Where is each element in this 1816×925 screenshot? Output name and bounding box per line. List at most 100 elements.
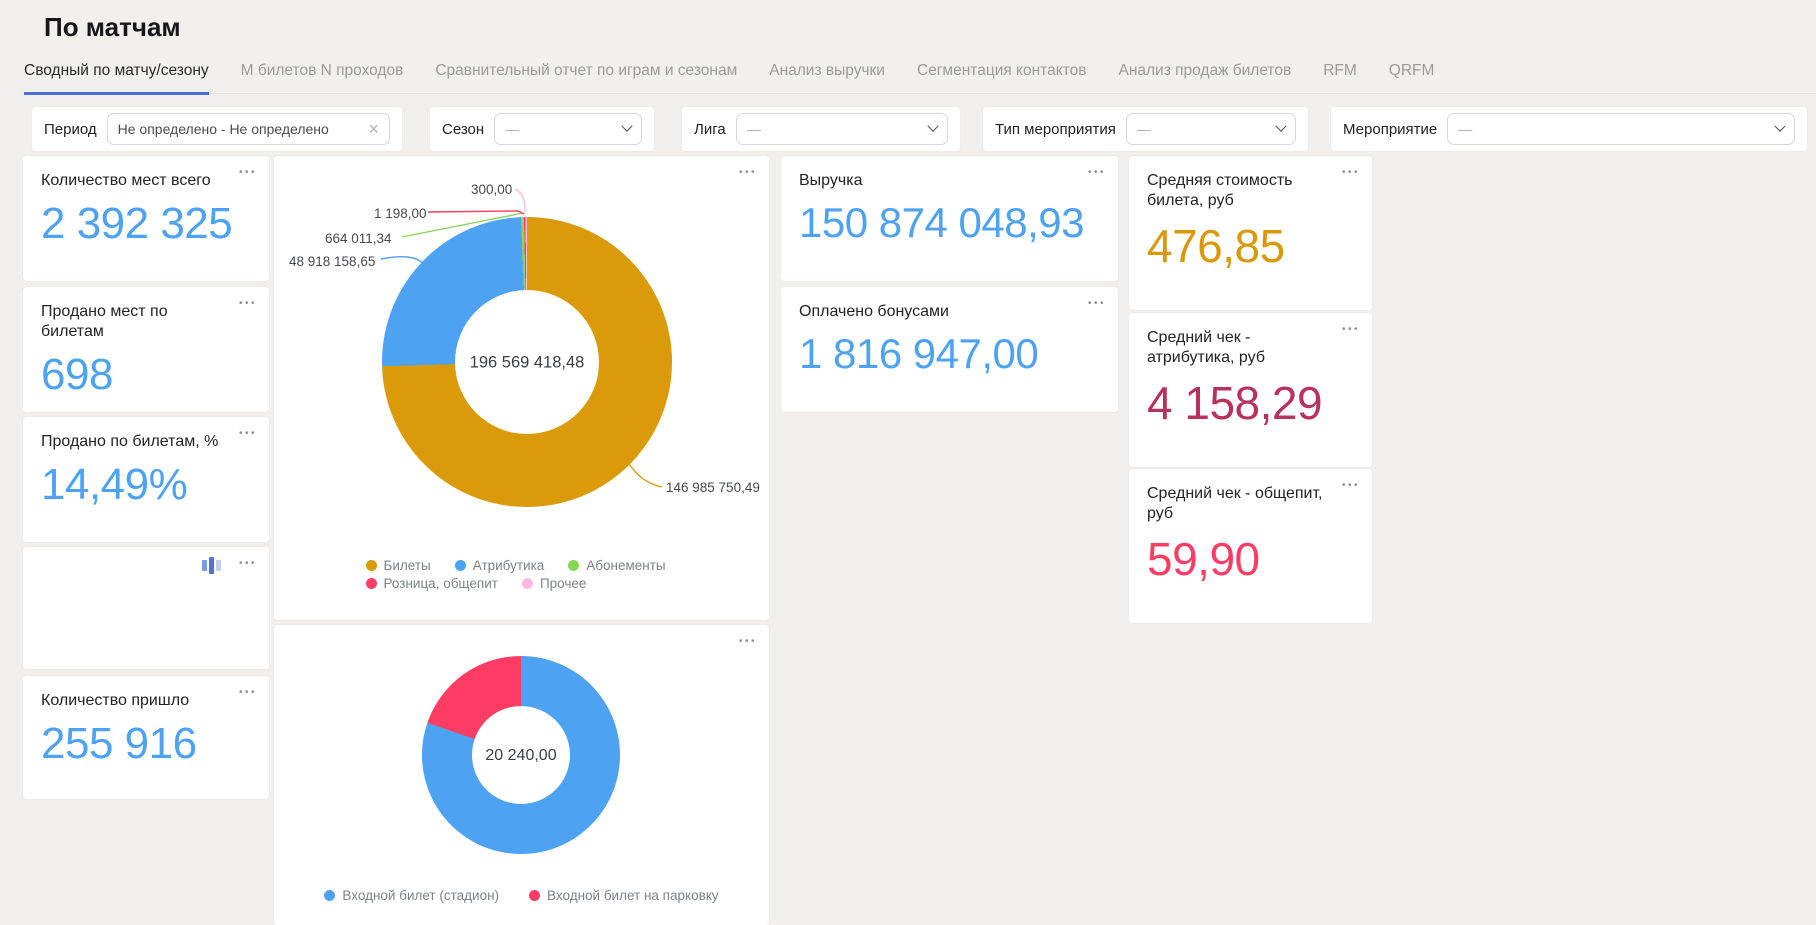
card-menu-icon[interactable]: ••• (239, 168, 257, 178)
period-range-input[interactable]: Не определено - Не определено × (107, 113, 390, 145)
chevron-down-icon (927, 121, 938, 132)
donut-chart-card-entry-tickets: ••• 20 240,00 Входной билет (стадион) Вх… (274, 625, 769, 925)
filter-league: Лига — (682, 107, 960, 151)
card-menu-icon[interactable]: ••• (239, 559, 257, 569)
clear-icon[interactable]: × (368, 120, 379, 138)
filter-event-type-label: Тип мероприятия (995, 121, 1116, 138)
kpi-title: Средний чек - общепит, руб (1147, 484, 1354, 524)
kpi-title: Количество пришло (41, 691, 251, 711)
legend: Билеты Атрибутика Абонементы Розница, об… (274, 558, 769, 591)
tab-bar: Сводный по матчу/сезону М билетов N прох… (24, 56, 1816, 94)
kpi-value: 59,90 (1147, 532, 1354, 586)
kpi-value: 476,85 (1147, 219, 1354, 273)
legend: Входной билет (стадион) Входной билет на… (274, 888, 769, 903)
legend-item-atributika[interactable]: Атрибутика (455, 558, 545, 573)
tab-contact-segmentation[interactable]: Сегментация контактов (917, 56, 1087, 95)
filter-period: Период Не определено - Не определено × (32, 107, 402, 151)
card-menu-icon[interactable]: ••• (239, 429, 257, 439)
kpi-title: Продано мест по билетам (41, 302, 251, 342)
kpi-card-revenue: Выручка 150 874 048,93 ••• (781, 156, 1118, 281)
callout-bilety-value: 146 985 750,49 (666, 480, 760, 495)
legend-item-abonementy[interactable]: Абонементы (568, 558, 665, 573)
season-select-value: — (505, 121, 623, 137)
tab-comparative-report[interactable]: Сравнительный отчет по играм и сезонам (435, 56, 737, 95)
chevron-down-icon (621, 121, 632, 132)
kpi-value: 150 874 048,93 (799, 199, 1100, 247)
card-menu-icon[interactable]: ••• (739, 637, 757, 647)
kpi-title: Выручка (799, 171, 1100, 191)
filter-event-type: Тип мероприятия — (983, 107, 1308, 151)
callout-roznica-value: 1 198,00 (374, 206, 427, 221)
chevron-down-icon (1774, 121, 1785, 132)
dashboard: По матчам Сводный по матчу/сезону М биле… (0, 0, 1816, 919)
donut-center-total: 20 240,00 (485, 747, 556, 765)
card-menu-icon[interactable]: ••• (1342, 481, 1360, 491)
period-range-value: Не определено - Не определено (118, 121, 369, 137)
league-select-value: — (747, 121, 929, 137)
kpi-value: 1 816 947,00 (799, 330, 1100, 378)
kpi-card-attended: Количество пришло 255 916 ••• (23, 676, 269, 799)
kpi-card-avg-check-merch: Средний чек - атрибутика, руб 4 158,29 •… (1129, 313, 1372, 467)
kpi-title: Средняя стоимость билета, руб (1147, 171, 1354, 211)
kpi-value: 2 392 325 (41, 199, 251, 249)
legend-item-bilety[interactable]: Билеты (366, 558, 431, 573)
legend-item-entry-stadium[interactable]: Входной билет (стадион) (324, 888, 499, 903)
donut-center-total: 196 569 418,48 (470, 354, 585, 373)
card-menu-icon[interactable]: ••• (239, 688, 257, 698)
legend-dot (324, 890, 335, 901)
kpi-card-avg-ticket-price: Средняя стоимость билета, руб 476,85 ••• (1129, 156, 1372, 310)
legend-dot (366, 560, 377, 571)
callout-prochee-value: 300,00 (471, 182, 512, 197)
page-title: По матчам (44, 12, 181, 43)
filter-event-label: Мероприятие (1343, 121, 1437, 138)
kpi-card-seats-sold: Продано мест по билетам 698 ••• (23, 287, 269, 412)
tab-m-tickets-n-passes[interactable]: М билетов N проходов (241, 56, 404, 95)
filter-event: Мероприятие — (1331, 107, 1807, 151)
legend-dot (455, 560, 466, 571)
legend-dot (568, 560, 579, 571)
kpi-value: 698 (41, 350, 251, 400)
event-select-value: — (1458, 121, 1776, 137)
chart-loading-icon (202, 555, 221, 575)
kpi-card-bonus-paid: Оплачено бонусами 1 816 947,00 ••• (781, 287, 1118, 412)
legend-item-entry-parking[interactable]: Входной билет на парковку (529, 888, 719, 903)
kpi-value: 14,49% (41, 460, 251, 510)
card-menu-icon[interactable]: ••• (1088, 168, 1106, 178)
kpi-title: Средний чек - атрибутика, руб (1147, 328, 1354, 368)
filter-season-label: Сезон (442, 121, 484, 138)
tab-revenue-analysis[interactable]: Анализ выручки (769, 56, 885, 95)
callout-abonementy-value: 664 011,34 (325, 231, 392, 246)
kpi-card-loading: ••• (23, 547, 269, 669)
tab-rfm[interactable]: RFM (1323, 56, 1357, 95)
tab-summary-by-match-season[interactable]: Сводный по матчу/сезону (24, 56, 209, 95)
kpi-value: 255 916 (41, 719, 251, 769)
kpi-card-avg-check-food: Средний чек - общепит, руб 59,90 ••• (1129, 469, 1372, 623)
season-select[interactable]: — (494, 113, 642, 145)
card-menu-icon[interactable]: ••• (739, 168, 757, 178)
kpi-title: Продано по билетам, % (41, 432, 251, 452)
legend-item-roznica[interactable]: Розница, общепит (366, 576, 498, 591)
filter-league-label: Лига (694, 121, 726, 138)
tab-ticket-sales-analysis[interactable]: Анализ продаж билетов (1118, 56, 1291, 95)
filter-period-label: Период (44, 121, 97, 138)
kpi-card-sold-percent: Продано по билетам, % 14,49% ••• (23, 417, 269, 542)
callout-atributika-value: 48 918 158,65 (289, 254, 375, 269)
kpi-title: Количество мест всего (41, 171, 251, 191)
event-type-select-value: — (1137, 121, 1277, 137)
event-select[interactable]: — (1447, 113, 1795, 145)
donut-chart-card-revenue-structure: ••• 196 569 418,48 300,00 1 198,00 664 0… (274, 156, 769, 620)
kpi-value: 4 158,29 (1147, 376, 1354, 430)
legend-item-prochee[interactable]: Прочее (522, 576, 586, 591)
event-type-select[interactable]: — (1126, 113, 1296, 145)
tab-qrfm[interactable]: QRFM (1389, 56, 1435, 95)
card-menu-icon[interactable]: ••• (1342, 168, 1360, 178)
card-menu-icon[interactable]: ••• (1342, 325, 1360, 335)
card-menu-icon[interactable]: ••• (239, 299, 257, 309)
card-menu-icon[interactable]: ••• (1088, 299, 1106, 309)
chevron-down-icon (1275, 121, 1286, 132)
legend-dot (522, 578, 533, 589)
league-select[interactable]: — (736, 113, 948, 145)
legend-dot (366, 578, 377, 589)
legend-dot (529, 890, 540, 901)
filter-season: Сезон — (430, 107, 654, 151)
